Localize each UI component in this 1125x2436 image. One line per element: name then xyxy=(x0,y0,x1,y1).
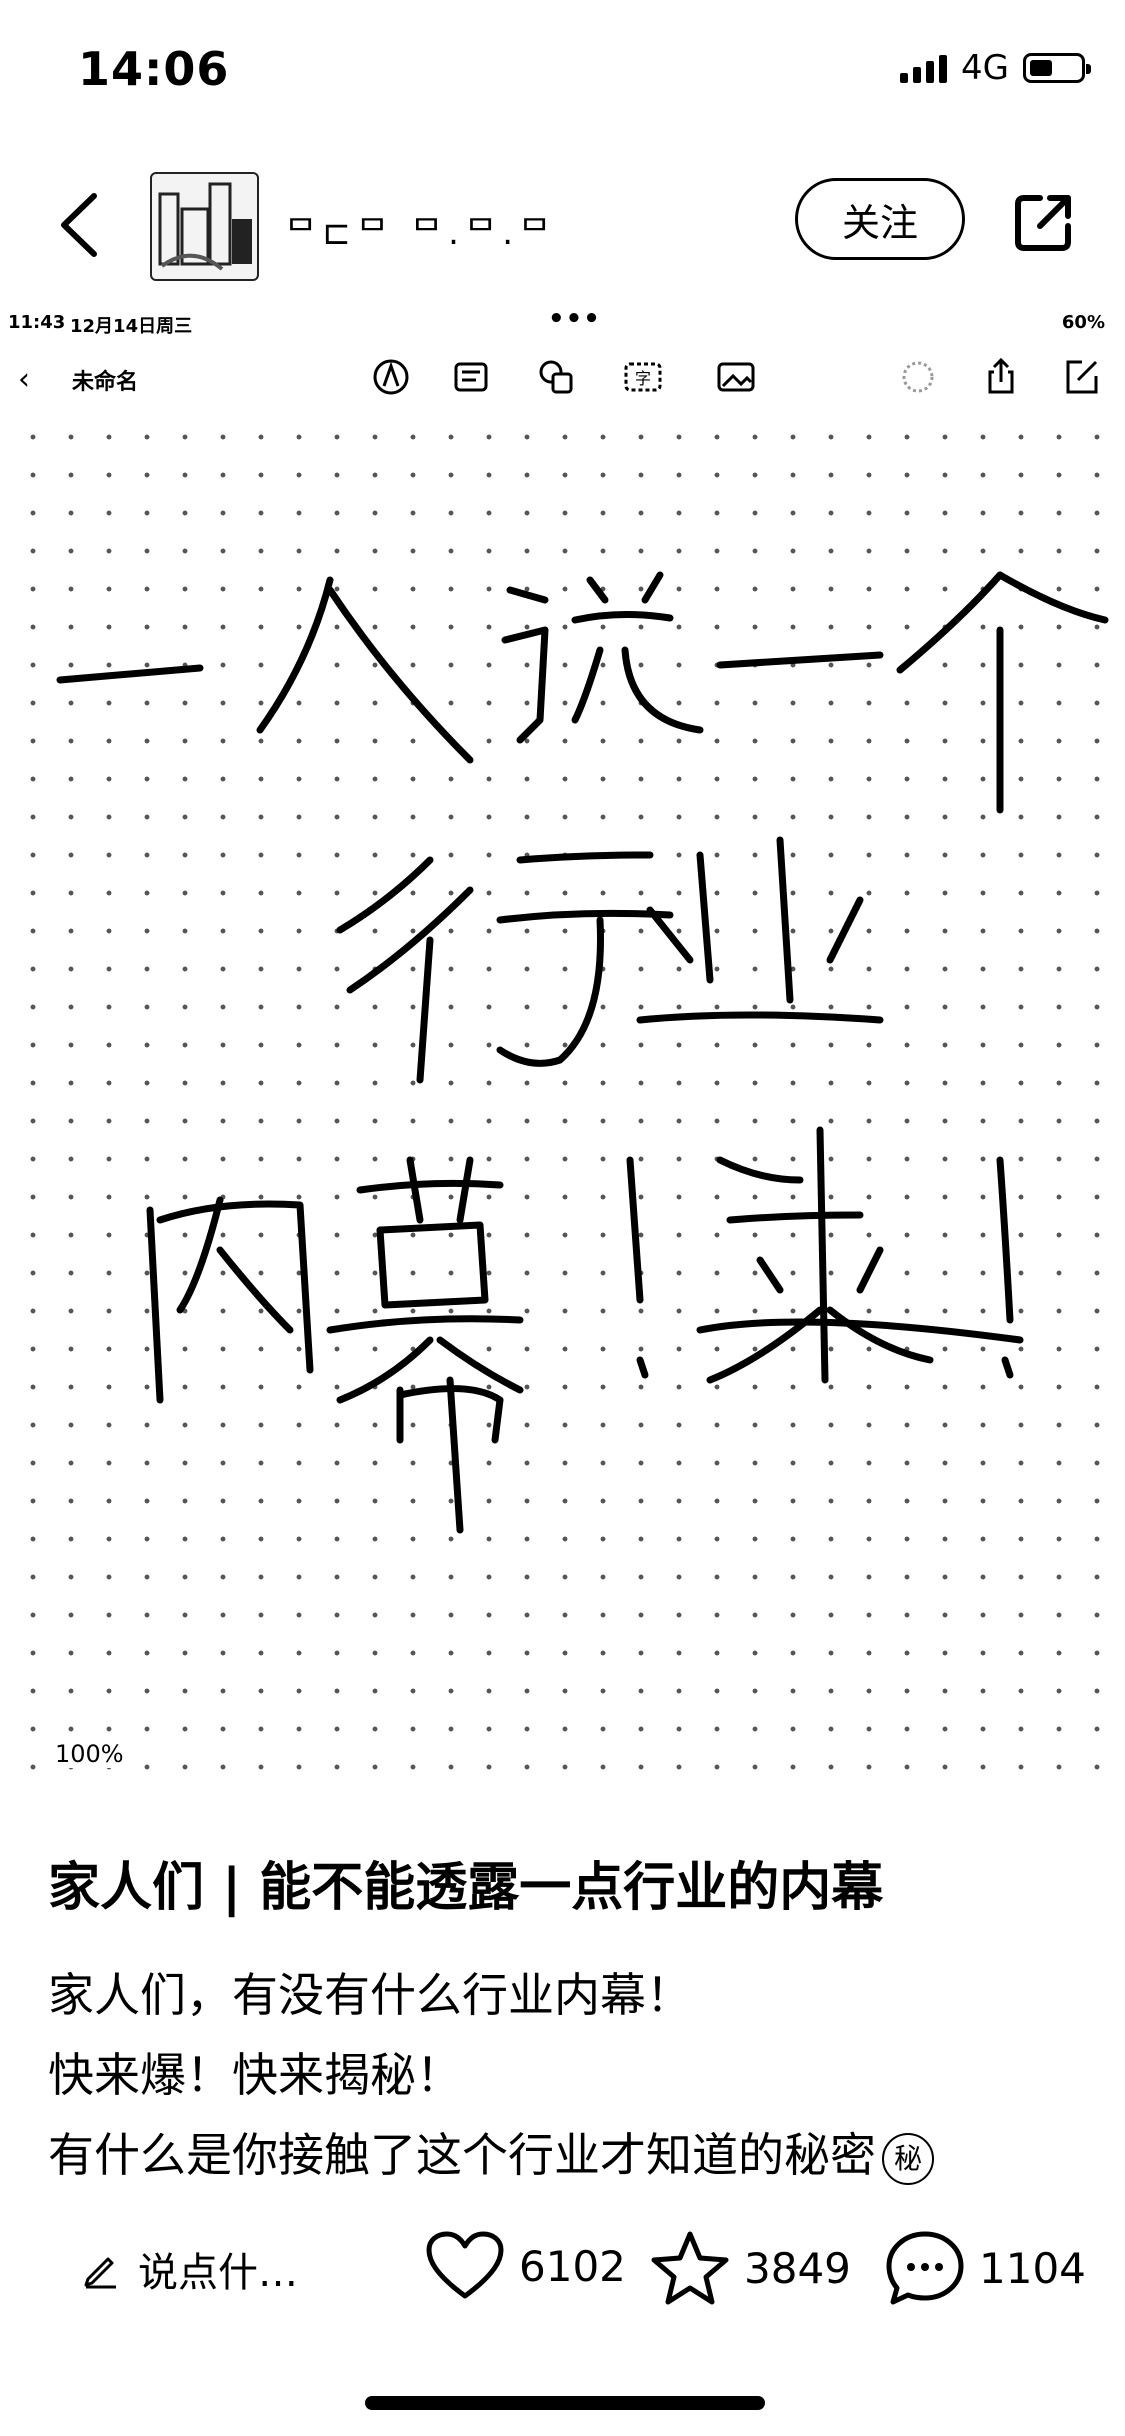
status-bar: 14:06 4G xyxy=(0,0,1125,140)
comment-count: 1104 xyxy=(979,2243,1086,2293)
status-indicators: 4G xyxy=(900,48,1091,88)
avatar-image xyxy=(158,182,252,271)
pencil-icon xyxy=(84,2257,116,2289)
post-line-3: 有什么是你接触了这个行业才知道的秘密秘 xyxy=(48,2115,934,2195)
post-line-3-text: 有什么是你接触了这个行业才知道的秘密 xyxy=(48,2128,876,2182)
like-count: 6102 xyxy=(519,2241,626,2291)
author-name[interactable]: ᄆ⊏ᄆ ᄆ.ᄆ.ᄆ xyxy=(285,205,556,254)
back-icon[interactable] xyxy=(50,190,110,260)
signal-icon xyxy=(900,53,948,83)
comment-placeholder: 说点什… xyxy=(138,2250,298,2296)
post-line-2: 快来爆！快来揭秘！ xyxy=(48,2048,462,2102)
zoom-level: 100% xyxy=(55,1740,124,1768)
status-time: 14:06 xyxy=(78,42,230,96)
like-button[interactable]: 6102 xyxy=(425,2230,626,2302)
network-type: 4G xyxy=(961,48,1009,88)
note-image[interactable]: 11:43 12月14日周三 ••• 60% ‹ 未命名 字 100% xyxy=(0,300,1125,1790)
comment-icon xyxy=(886,2231,964,2305)
post-title: 家人们 | 能不能透露一点行业的内幕 xyxy=(48,1858,884,1918)
handwritten-text xyxy=(56,571,1109,1534)
home-indicator[interactable] xyxy=(365,2396,765,2410)
secret-emoji-icon: 秘 xyxy=(882,2132,934,2185)
post-line-1: 家人们，有没有什么行业内幕！ xyxy=(48,1968,692,2022)
comment-input[interactable]: 说点什… xyxy=(80,2240,298,2298)
nav-bar: ᄆ⊏ᄆ ᄆ.ᄆ.ᄆ 关注 xyxy=(0,160,1125,290)
share-icon[interactable] xyxy=(1010,190,1076,256)
favorite-count: 3849 xyxy=(744,2243,851,2293)
post-body: 家人们，有没有什么行业内幕！ 快来爆！快来揭秘！ 有什么是你接触了这个行业才知道… xyxy=(48,1955,934,2195)
battery-icon xyxy=(1023,53,1091,83)
star-icon xyxy=(651,2231,729,2305)
favorite-button[interactable]: 3849 xyxy=(650,2230,851,2306)
follow-button[interactable]: 关注 xyxy=(795,178,965,260)
comment-button[interactable]: 1104 xyxy=(885,2230,1086,2306)
bottom-bar: 说点什… 6102 3849 1104 xyxy=(0,2220,1125,2320)
heart-icon xyxy=(426,2231,504,2299)
avatar[interactable] xyxy=(150,172,259,281)
